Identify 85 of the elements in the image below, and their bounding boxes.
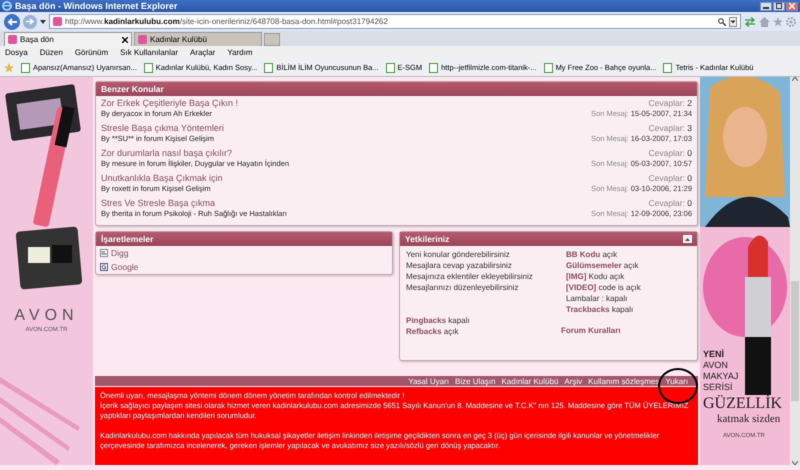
- minimize-button[interactable]: [760, 2, 772, 10]
- site-favicon: [138, 35, 147, 44]
- menu-item[interactable]: Görünüm: [74, 48, 108, 57]
- ad-tagline: katmak sizden: [717, 413, 780, 425]
- setting-text: [IMG] Kodu açık: [566, 271, 626, 282]
- collapse-button[interactable]: [683, 235, 692, 243]
- thread-link[interactable]: Unutkanlıkla Başa Çıkmak için: [101, 173, 223, 183]
- footer-link[interactable]: Yukarı: [665, 376, 688, 386]
- address-field[interactable]: http://www.kadinlarkulubu.com/site-icin-onerileriniz/648708-basa-don.html#post31794262: [49, 14, 741, 29]
- forward-arrow-icon: [26, 18, 34, 25]
- footer-link[interactable]: Bize Ulaşın: [454, 376, 496, 386]
- menu-item[interactable]: Sık Kullanılanlar: [120, 48, 178, 57]
- ad-headline: GÜZELLİK: [703, 395, 782, 413]
- setting-text: Lambalar : kapalı: [566, 293, 628, 304]
- thread-link[interactable]: Stresle Başa çıkma Yöntemleri: [101, 123, 224, 133]
- setting-text: Trackbacks kapalı: [566, 304, 634, 315]
- thread-link[interactable]: Zor Erkek Çeşitleriyle Başa Çıkın !: [101, 98, 238, 108]
- site-favicon: [8, 35, 17, 44]
- close-icon: [789, 3, 795, 9]
- reply-count: Cevaplar: 0: [648, 173, 692, 183]
- scroll-thumb[interactable]: [791, 281, 799, 401]
- footer-link[interactable]: Kullanım sözleşmes: [588, 376, 660, 386]
- ad-slogan-text: SERİSİ: [703, 382, 733, 393]
- panel-header: İşaretlemeler: [96, 232, 392, 246]
- page-icon: [544, 62, 553, 72]
- star-icon[interactable]: [773, 16, 783, 26]
- dropdown-icon[interactable]: [729, 16, 737, 26]
- reply-count: Cevaplar: 0: [648, 198, 692, 208]
- site-favicon: [53, 17, 62, 26]
- permission-text: Mesajlarınızı düzenleyebilirsiniz: [406, 282, 520, 293]
- restore-button[interactable]: [773, 2, 785, 10]
- reply-count: Cevaplar: 2: [648, 98, 692, 108]
- scrollbar[interactable]: [790, 77, 800, 465]
- reply-count: Cevaplar: 0: [648, 148, 692, 158]
- browser-logo-icon: [2, 1, 12, 11]
- setting-text: [VIDEO] code is açık: [566, 282, 642, 293]
- footer-link[interactable]: Yasal Uyarı: [408, 376, 449, 386]
- page-icon: [144, 62, 153, 72]
- window-title: Başa dön - Windows Internet Explorer: [15, 1, 178, 11]
- setting-text: Gülümsemeler açık: [566, 260, 640, 271]
- ad-brand-text: AVON: [14, 307, 79, 325]
- setting-text: BB Kodu açık: [566, 249, 618, 260]
- page-icon: [429, 62, 438, 72]
- menu-item[interactable]: Dosya: [5, 48, 28, 57]
- menu-item[interactable]: Yardım: [227, 48, 253, 57]
- favorites-star-icon[interactable]: [4, 62, 14, 72]
- permission-text: Mesajlara cevap yazabilirsiniz: [406, 260, 513, 271]
- menu-item[interactable]: Araçlar: [190, 48, 216, 57]
- dropdown-icon[interactable]: [40, 20, 46, 24]
- panel-header: Benzer Konular: [96, 82, 697, 96]
- bookmark-link[interactable]: Google: [96, 260, 392, 274]
- reply-count: Cevaplar: 3: [648, 123, 692, 133]
- back-arrow-icon: [7, 18, 17, 26]
- browser-tab[interactable]: Başa dön: [4, 32, 132, 46]
- footer-link[interactable]: Arşiv: [564, 376, 582, 386]
- setting-text: Pingbacks kapalı: [406, 315, 471, 326]
- permission-text: Mesajınıza eklentiler ekleyebilirsiniz: [406, 271, 534, 282]
- thread-link[interactable]: Stres Ve Stresle Başa çıkma: [101, 198, 287, 208]
- back-button[interactable]: [4, 14, 20, 30]
- page-icon: [663, 62, 672, 72]
- menu-item[interactable]: Düzen: [40, 48, 63, 57]
- restore-icon: [776, 3, 782, 9]
- scroll-down-icon[interactable]: [792, 461, 798, 465]
- bookmark-link[interactable]: Digg: [96, 246, 392, 260]
- browser-tab[interactable]: Kadınlar Kulübü: [134, 32, 262, 46]
- scroll-up-icon[interactable]: [792, 77, 798, 81]
- refresh-arrows-icon[interactable]: [744, 16, 756, 26]
- close-button[interactable]: [786, 2, 798, 10]
- bookmark-icon: [100, 249, 108, 257]
- search-icon: [718, 18, 726, 26]
- permission-text: Yeni konular gönderebilirsiniz: [406, 249, 511, 260]
- collapse-icon: [685, 238, 690, 240]
- ad-slogan-text: AVON: [703, 360, 728, 371]
- page-icon: [386, 62, 395, 72]
- ad-slogan-text: YENİ: [703, 349, 724, 360]
- page-icon: [21, 62, 30, 72]
- footer-link[interactable]: Kadınlar Kulübü: [501, 376, 558, 386]
- thread-link[interactable]: Zor durumlarla nasıl başa çıkılır?: [101, 148, 289, 158]
- url-text: http://www.kadinlarkulubu.com/site-icin-onerileriniz/648708-basa-don.html#post31794262: [65, 17, 389, 26]
- bookmark-icon: [100, 263, 108, 271]
- close-tab-icon[interactable]: [122, 36, 128, 42]
- forum-rules-link[interactable]: Forum Kuralları: [561, 325, 691, 337]
- panel-title: Yetkileriniz: [405, 234, 450, 244]
- page-icon: [264, 62, 274, 72]
- ad-slogan-text: MAKYAJ: [703, 371, 738, 382]
